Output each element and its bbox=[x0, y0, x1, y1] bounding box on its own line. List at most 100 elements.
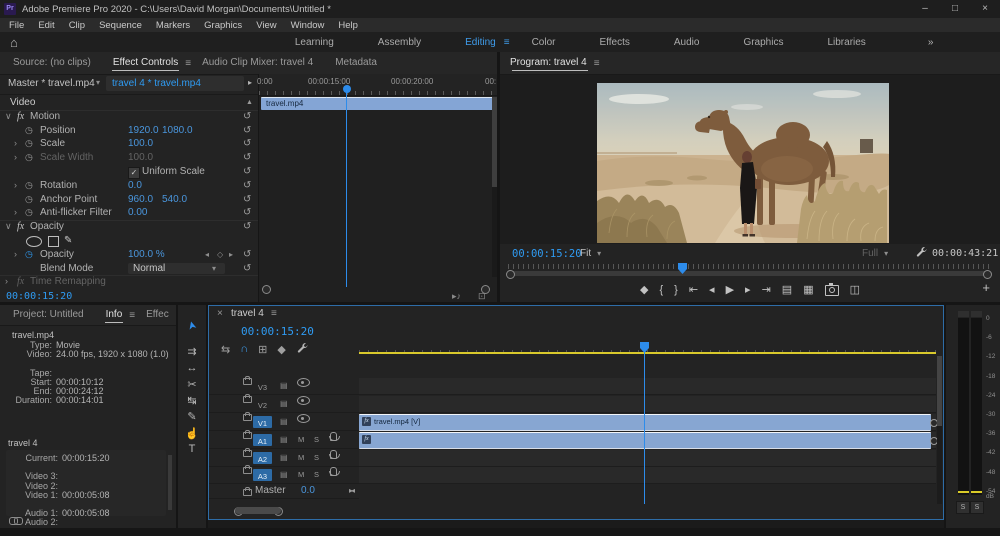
playhead-handle[interactable] bbox=[343, 85, 351, 93]
lock-icon[interactable] bbox=[243, 414, 252, 421]
ec-section-video[interactable]: Video bbox=[10, 96, 35, 110]
hand-tool[interactable]: ☝ bbox=[178, 427, 206, 440]
stopwatch-icon[interactable]: ◷ bbox=[25, 248, 33, 262]
play-button[interactable]: ▶ bbox=[726, 281, 734, 299]
prev-keyframe-icon[interactable]: ◂ bbox=[205, 248, 209, 262]
mark-in-button[interactable]: { bbox=[659, 281, 663, 299]
track-target-v2[interactable]: V2 bbox=[253, 398, 272, 410]
reset-parameter-icon[interactable]: ↺ bbox=[243, 165, 251, 179]
pen-mask-icon[interactable]: ✎ bbox=[64, 234, 72, 248]
track-content-row[interactable] bbox=[359, 450, 936, 467]
menu-view[interactable]: View bbox=[249, 20, 283, 31]
reset-parameter-icon[interactable]: ↺ bbox=[243, 206, 251, 220]
workspace-tab-graphics[interactable]: Graphics bbox=[721, 37, 805, 48]
export-frame-button[interactable] bbox=[825, 285, 839, 296]
master-clip-label[interactable]: Master * travel.mp4 bbox=[8, 78, 95, 89]
timeline-settings-button[interactable] bbox=[296, 342, 308, 357]
track-content-row[interactable] bbox=[359, 396, 936, 413]
stopwatch-icon[interactable]: ◷ bbox=[25, 137, 33, 151]
playhead-line[interactable] bbox=[346, 91, 347, 287]
menu-markers[interactable]: Markers bbox=[149, 20, 197, 31]
link-media-icon[interactable] bbox=[9, 517, 23, 525]
workspace-tab-libraries[interactable]: Libraries bbox=[805, 37, 887, 48]
source-patch-icon[interactable]: ▤ bbox=[280, 467, 288, 483]
mute-button[interactable]: M bbox=[298, 432, 304, 448]
collapse-arrow-icon[interactable]: ▲ bbox=[246, 96, 253, 110]
blend-mode-select[interactable]: Normal bbox=[128, 263, 225, 274]
linked-selection-toggle[interactable]: ⊞ bbox=[258, 343, 267, 356]
ec-value-scale-0[interactable]: 100.0 bbox=[128, 137, 153, 151]
menu-file[interactable]: File bbox=[2, 20, 31, 31]
button-editor-plus[interactable]: + bbox=[982, 280, 990, 295]
reset-parameter-icon[interactable]: ↺ bbox=[243, 151, 251, 165]
workspace-tab-effects[interactable]: Effects bbox=[577, 37, 651, 48]
ec-value-position-0[interactable]: 1920.0 bbox=[128, 124, 159, 138]
add-marker-button[interactable]: ◆ bbox=[640, 281, 648, 299]
close-icon[interactable]: × bbox=[217, 308, 223, 319]
ec-tab-source-no-clips[interactable]: Source: (no clips) bbox=[2, 52, 102, 74]
solo-left-button[interactable]: S bbox=[956, 501, 970, 514]
stopwatch-icon[interactable]: ◷ bbox=[25, 151, 33, 165]
chevron-down-icon[interactable]: ▾ bbox=[96, 78, 100, 87]
lift-button[interactable]: ▤ bbox=[782, 281, 792, 299]
type-tool[interactable]: T bbox=[178, 443, 206, 455]
track-target-a1[interactable]: A1 bbox=[253, 434, 272, 446]
stopwatch-icon[interactable]: ◷ bbox=[25, 179, 33, 193]
menu-window[interactable]: Window bbox=[284, 20, 332, 31]
timeline-tab[interactable]: travel 4 bbox=[231, 308, 264, 319]
stopwatch-icon[interactable]: ◷ bbox=[25, 124, 33, 138]
source-patch-icon[interactable]: ▤ bbox=[280, 432, 288, 448]
reset-parameter-icon[interactable]: ↺ bbox=[243, 179, 251, 193]
solo-button[interactable]: S bbox=[314, 432, 319, 448]
play-audio-only-icon[interactable]: ▸♪ bbox=[452, 291, 461, 302]
keyframe-timeline[interactable]: 0:0000:00:15:0000:00:20:0000: travel.mp4 bbox=[258, 74, 497, 302]
horizontal-scrollbar[interactable] bbox=[235, 507, 281, 514]
maximize-button[interactable]: □ bbox=[940, 0, 970, 18]
reset-parameter-icon[interactable]: ↺ bbox=[243, 262, 251, 276]
current-time-display[interactable]: 00:00:15:20 bbox=[6, 291, 72, 302]
toggle-track-output-eye-icon[interactable] bbox=[297, 378, 310, 387]
source-patch-icon[interactable]: ▤ bbox=[280, 450, 288, 466]
video-clip[interactable]: fxtravel.mp4 [V] bbox=[359, 414, 931, 431]
expander-icon[interactable]: › bbox=[14, 248, 17, 262]
go-to-out-button[interactable]: ⇥ bbox=[762, 281, 771, 299]
expander-icon[interactable]: › bbox=[5, 275, 8, 289]
pen-tool[interactable]: ✎ bbox=[178, 410, 206, 423]
track-content-row[interactable] bbox=[359, 467, 936, 484]
extract-button[interactable]: ▦ bbox=[803, 281, 813, 299]
voiceover-mic-icon[interactable] bbox=[330, 450, 337, 459]
audio-clip[interactable]: fx bbox=[359, 432, 931, 449]
program-viewer[interactable] bbox=[500, 75, 1000, 244]
expander-icon[interactable]: › bbox=[14, 151, 17, 165]
project-tab-project-untitled[interactable]: Project: Untitled bbox=[2, 305, 95, 326]
expander-icon[interactable]: ∨ bbox=[5, 220, 12, 234]
track-content-row[interactable] bbox=[359, 378, 936, 395]
solo-button[interactable]: S bbox=[314, 467, 319, 483]
menu-graphics[interactable]: Graphics bbox=[197, 20, 249, 31]
ripple-edit-tool[interactable]: ↔ bbox=[178, 362, 206, 374]
ec-value-anchor-point-1[interactable]: 540.0 bbox=[162, 193, 187, 207]
lock-icon[interactable] bbox=[243, 396, 252, 403]
go-to-in-button[interactable]: ⇤ bbox=[689, 281, 698, 299]
scrubber-handle-right[interactable] bbox=[983, 270, 992, 279]
workspace-tab-learning[interactable]: Learning bbox=[273, 37, 356, 48]
snap-toggle[interactable]: ∩ bbox=[240, 343, 248, 355]
comparison-view-button[interactable]: ◫ bbox=[850, 281, 860, 299]
expander-icon[interactable]: ∨ bbox=[5, 110, 12, 124]
add-marker-button[interactable]: ◆ bbox=[277, 343, 285, 356]
zoom-level-select[interactable]: Fit▾ bbox=[580, 248, 601, 259]
vertical-scrollbar[interactable] bbox=[168, 455, 172, 510]
lock-icon[interactable] bbox=[243, 489, 252, 496]
reset-parameter-icon[interactable]: ↺ bbox=[243, 248, 251, 262]
toggle-track-output-eye-icon[interactable] bbox=[297, 414, 310, 423]
menu-edit[interactable]: Edit bbox=[31, 20, 61, 31]
lock-icon[interactable] bbox=[243, 467, 252, 474]
solo-right-button[interactable]: S bbox=[970, 501, 984, 514]
project-tab-info[interactable]: Info bbox=[95, 305, 134, 326]
workspace-tab-audio[interactable]: Audio bbox=[652, 37, 722, 48]
workspace-tab-color[interactable]: Color bbox=[510, 37, 578, 48]
reset-parameter-icon[interactable]: ↺ bbox=[243, 220, 251, 234]
settings-wrench-icon[interactable] bbox=[915, 246, 927, 261]
minimize-button[interactable]: – bbox=[910, 0, 940, 18]
menu-clip[interactable]: Clip bbox=[62, 20, 92, 31]
